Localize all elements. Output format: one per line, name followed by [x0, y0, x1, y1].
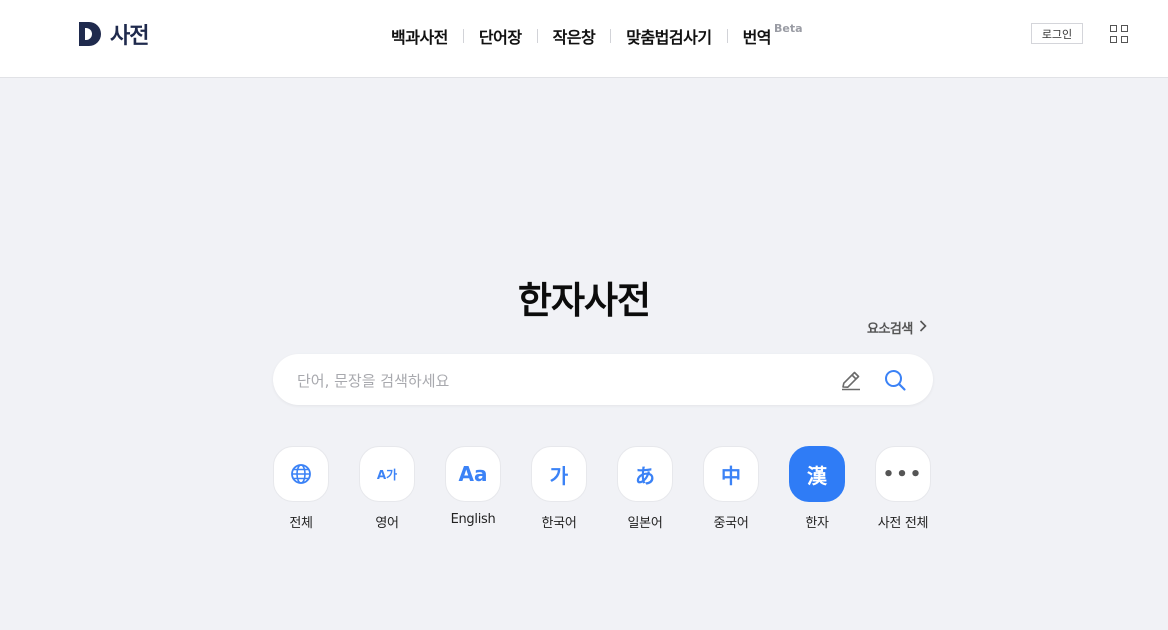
japanese-icon: あ	[617, 446, 673, 502]
category-english[interactable]: Aa English	[444, 446, 502, 531]
category-label: English	[450, 512, 496, 527]
more-icon: •••	[875, 446, 931, 502]
category-label: 전체	[289, 516, 313, 531]
category-hanja[interactable]: 漢 한자	[788, 446, 846, 531]
chevron-right-icon	[919, 319, 927, 336]
category-label: 중국어	[713, 516, 749, 531]
page-title: 한자사전	[517, 279, 651, 322]
header: 사전 백과사전 단어장 작은창 맞춤법검사기 번역 Beta 로그인	[0, 0, 1168, 78]
logo-text: 사전	[110, 24, 149, 49]
element-search-link[interactable]: 요소검색	[867, 318, 927, 337]
top-nav: 백과사전 단어장 작은창 맞춤법검사기 번역 Beta	[391, 21, 803, 48]
login-button[interactable]: 로그인	[1031, 23, 1083, 44]
nav-divider	[536, 29, 538, 43]
daum-dictionary-logo[interactable]: 사전	[79, 21, 149, 49]
nav-wordbook[interactable]: 단어장	[479, 24, 522, 48]
category-label: 한자	[805, 516, 829, 531]
nav-encyclopedia[interactable]: 백과사전	[391, 24, 448, 48]
search-box	[273, 354, 933, 407]
search-icon[interactable]	[883, 368, 907, 392]
nav-divider	[610, 29, 612, 43]
category-label: 일본어	[627, 516, 663, 531]
nav-divider	[462, 29, 464, 43]
dictionary-categories: 전체 A가 영어 Aa English 가 한국어 あ 일본어 中 중국어 漢 …	[272, 446, 932, 531]
chinese-icon: 中	[703, 446, 759, 502]
search-input[interactable]	[295, 354, 819, 407]
handwriting-pen-icon[interactable]	[839, 368, 863, 392]
category-korean[interactable]: 가 한국어	[530, 446, 588, 531]
category-label: 영어	[375, 516, 399, 531]
nav-divider	[726, 29, 728, 43]
category-label: 사전 전체	[877, 516, 929, 531]
grid-icon[interactable]	[1110, 25, 1128, 43]
category-japanese[interactable]: あ 일본어	[616, 446, 674, 531]
logo-d-icon	[79, 22, 101, 46]
category-label: 한국어	[541, 516, 577, 531]
nav-translate[interactable]: 번역	[743, 24, 772, 48]
korean-icon: 가	[531, 446, 587, 502]
category-all-dictionaries[interactable]: ••• 사전 전체	[874, 446, 932, 531]
beta-badge: Beta	[774, 21, 803, 35]
nav-mini-window[interactable]: 작은창	[553, 24, 596, 48]
globe-icon	[273, 446, 329, 502]
category-english-korean[interactable]: A가 영어	[358, 446, 416, 531]
hanja-icon: 漢	[789, 446, 845, 502]
element-search-label: 요소검색	[867, 322, 913, 337]
category-chinese[interactable]: 中 중국어	[702, 446, 760, 531]
nav-spell-checker[interactable]: 맞춤법검사기	[626, 24, 712, 48]
english-korean-icon: A가	[359, 446, 415, 502]
english-icon: Aa	[445, 446, 501, 502]
category-all[interactable]: 전체	[272, 446, 330, 531]
